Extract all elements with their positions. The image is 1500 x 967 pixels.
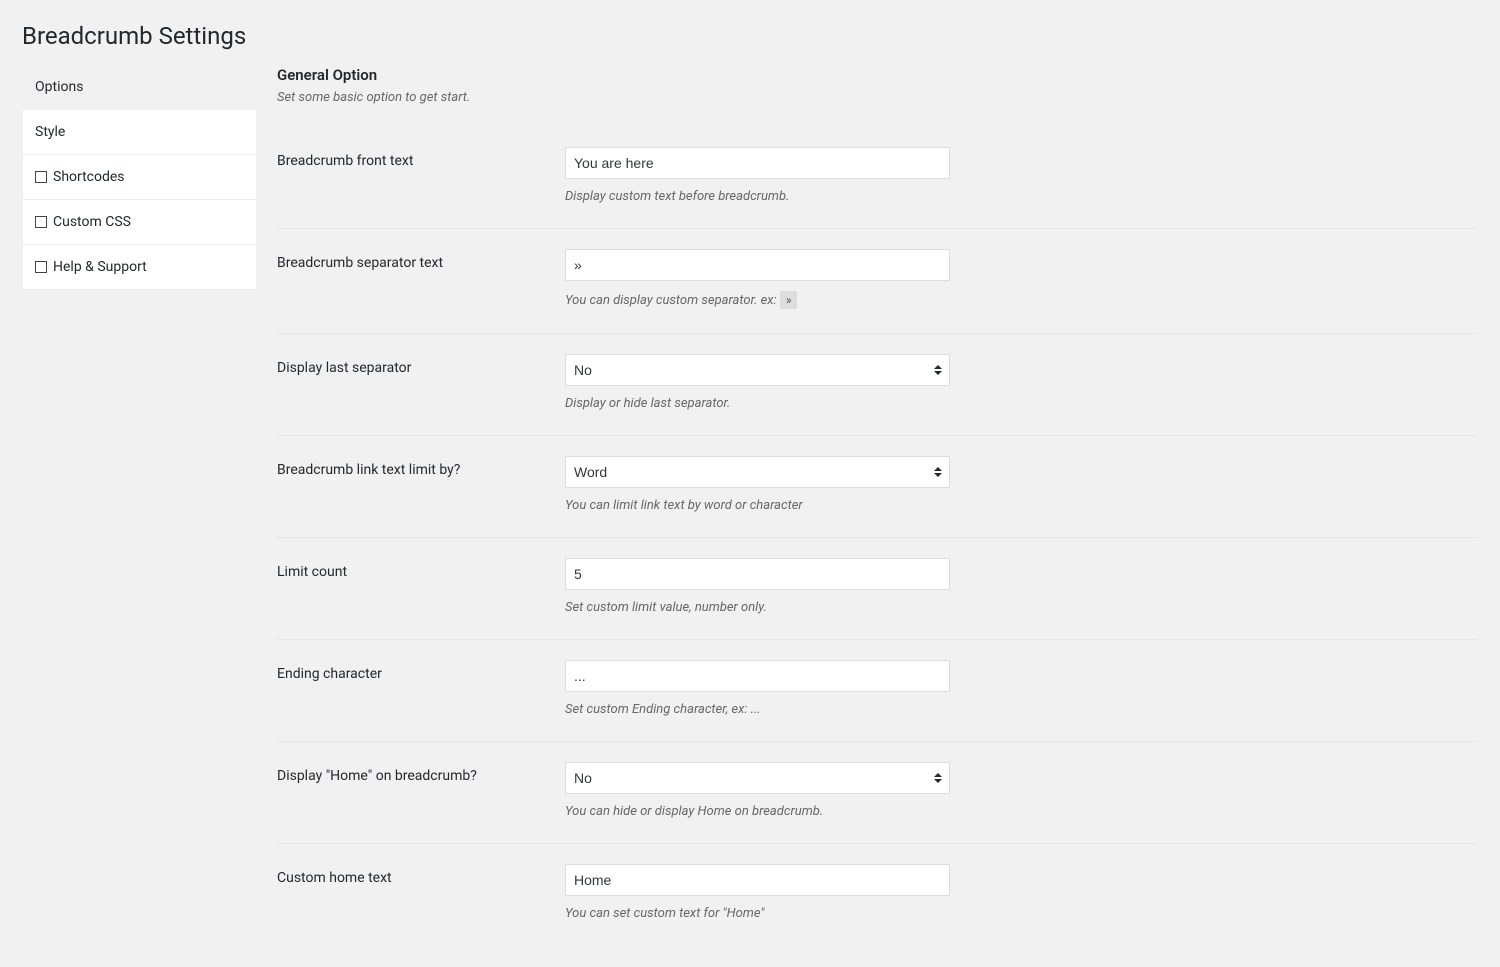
section-title: General Option — [277, 64, 1478, 84]
tab-label: Help & Support — [53, 259, 147, 275]
front-text-input[interactable] — [565, 147, 950, 179]
field-front-text: Breadcrumb front text Display custom tex… — [277, 127, 1478, 229]
field-last-separator: Display last separator No Display or hid… — [277, 334, 1478, 436]
settings-content: General Option Set some basic option to … — [257, 64, 1478, 945]
help-icon — [35, 261, 47, 273]
field-label: Custom home text — [277, 864, 565, 886]
field-label: Breadcrumb front text — [277, 147, 565, 169]
help-text: Set custom limit value, number only. — [565, 600, 1478, 615]
page-title: Breadcrumb Settings — [22, 22, 1478, 50]
separator-text-input[interactable] — [565, 249, 950, 281]
shortcode-icon — [35, 171, 47, 183]
tab-label: Options — [35, 79, 83, 95]
tab-style[interactable]: Style — [22, 110, 257, 155]
tab-options[interactable]: Options — [22, 64, 257, 110]
help-text: Set custom Ending character, ex: ... — [565, 702, 1478, 717]
last-separator-select[interactable]: No — [565, 354, 950, 386]
help-text: You can set custom text for "Home" — [565, 906, 1478, 921]
field-display-home: Display "Home" on breadcrumb? No You can… — [277, 742, 1478, 844]
field-separator-text: Breadcrumb separator text You can displa… — [277, 229, 1478, 334]
settings-tabs: Options Style Shortcodes Custom CSS Help… — [22, 64, 257, 290]
field-label: Breadcrumb separator text — [277, 249, 565, 271]
field-ending-char: Ending character Set custom Ending chara… — [277, 640, 1478, 742]
field-limit-by: Breadcrumb link text limit by? Word You … — [277, 436, 1478, 538]
help-text: Display or hide last separator. — [565, 396, 1478, 411]
help-text: You can limit link text by word or chara… — [565, 498, 1478, 513]
tab-custom-css[interactable]: Custom CSS — [22, 200, 257, 245]
field-home-text: Custom home text You can set custom text… — [277, 844, 1478, 945]
field-label: Limit count — [277, 558, 565, 580]
limit-by-select[interactable]: Word — [565, 456, 950, 488]
separator-example-chip: » — [780, 291, 798, 309]
field-label: Display "Home" on breadcrumb? — [277, 762, 565, 784]
home-text-input[interactable] — [565, 864, 950, 896]
tab-label: Custom CSS — [53, 214, 131, 230]
section-subtitle: Set some basic option to get start. — [277, 90, 1478, 105]
field-label: Display last separator — [277, 354, 565, 376]
field-limit-count: Limit count Set custom limit value, numb… — [277, 538, 1478, 640]
limit-count-input[interactable] — [565, 558, 950, 590]
help-text: You can display custom separator. ex: » — [565, 291, 1478, 309]
tab-label: Style — [35, 124, 65, 140]
help-text: Display custom text before breadcrumb. — [565, 189, 1478, 204]
field-label: Breadcrumb link text limit by? — [277, 456, 565, 478]
display-home-select[interactable]: No — [565, 762, 950, 794]
tab-shortcodes[interactable]: Shortcodes — [22, 155, 257, 200]
ending-char-input[interactable] — [565, 660, 950, 692]
help-text: You can hide or display Home on breadcru… — [565, 804, 1478, 819]
tab-help-support[interactable]: Help & Support — [22, 245, 257, 290]
field-label: Ending character — [277, 660, 565, 682]
tab-label: Shortcodes — [53, 169, 125, 185]
css-icon — [35, 216, 47, 228]
